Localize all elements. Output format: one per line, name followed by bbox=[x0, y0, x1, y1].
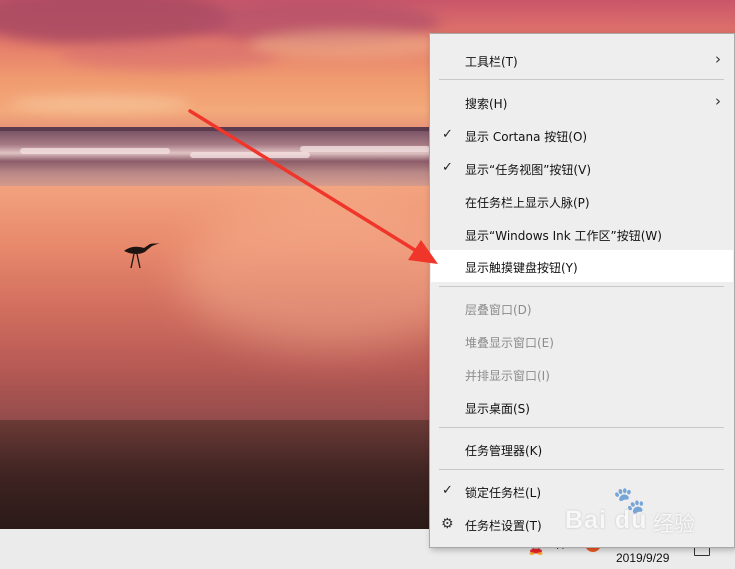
menu-item-toolbars[interactable]: 工具栏(T) › bbox=[431, 44, 733, 76]
menu-item-label: 堆叠显示窗口(E) bbox=[465, 336, 554, 350]
menu-item-taskbar-settings[interactable]: ⚙ 任务栏设置(T) bbox=[431, 508, 733, 540]
menu-item-label: 任务管理器(K) bbox=[465, 444, 543, 458]
menu-item-show-desktop[interactable]: 显示桌面(S) bbox=[431, 391, 733, 423]
wave bbox=[20, 148, 170, 154]
wave bbox=[190, 152, 310, 158]
menu-item-side-by-side-windows[interactable]: 并排显示窗口(I) bbox=[431, 358, 733, 390]
menu-item-label: 层叠窗口(D) bbox=[465, 303, 532, 317]
menu-item-label: 工具栏(T) bbox=[465, 55, 518, 69]
menu-item-task-manager[interactable]: 任务管理器(K) bbox=[431, 433, 733, 465]
menu-item-label: 锁定任务栏(L) bbox=[465, 486, 542, 500]
bird-silhouette bbox=[124, 243, 160, 269]
menu-item-label: 搜索(H) bbox=[465, 97, 508, 111]
menu-item-label: 任务栏设置(T) bbox=[465, 519, 542, 533]
checkmark-icon: ✓ bbox=[442, 160, 453, 175]
menu-separator bbox=[439, 469, 724, 470]
menu-item-label: 显示“任务视图”按钮(V) bbox=[465, 163, 592, 177]
menu-item-label: 显示“Windows Ink 工作区”按钮(W) bbox=[465, 229, 662, 243]
taskbar-date[interactable]: 2019/9/29 bbox=[616, 551, 669, 565]
menu-item-label: 在任务栏上显示人脉(P) bbox=[465, 196, 590, 210]
menu-item-show-touch-keyboard[interactable]: 显示触摸键盘按钮(Y) bbox=[431, 250, 733, 282]
menu-item-search[interactable]: 搜索(H) › bbox=[431, 86, 733, 118]
cloud bbox=[250, 30, 450, 58]
menu-item-show-windows-ink[interactable]: 显示“Windows Ink 工作区”按钮(W) bbox=[431, 218, 733, 250]
menu-item-cascade-windows[interactable]: 层叠窗口(D) bbox=[431, 292, 733, 324]
cloud bbox=[10, 95, 190, 113]
menu-separator bbox=[439, 79, 724, 80]
checkmark-icon: ✓ bbox=[442, 483, 453, 498]
wave bbox=[300, 146, 430, 152]
menu-item-show-task-view[interactable]: ✓ 显示“任务视图”按钮(V) bbox=[431, 152, 733, 184]
menu-item-lock-taskbar[interactable]: ✓ 锁定任务栏(L) bbox=[431, 475, 733, 507]
chevron-right-icon: › bbox=[715, 50, 721, 68]
taskbar-context-menu: 工具栏(T) › 搜索(H) › ✓ 显示 Cortana 按钮(O) ✓ 显示… bbox=[429, 33, 735, 548]
menu-item-label: 并排显示窗口(I) bbox=[465, 369, 550, 383]
menu-separator bbox=[439, 427, 724, 428]
menu-item-label: 显示触摸键盘按钮(Y) bbox=[465, 261, 578, 275]
gear-icon: ⚙ bbox=[441, 516, 454, 532]
checkmark-icon: ✓ bbox=[442, 127, 453, 142]
chevron-right-icon: › bbox=[715, 92, 721, 110]
menu-item-show-cortana[interactable]: ✓ 显示 Cortana 按钮(O) bbox=[431, 119, 733, 151]
cloud bbox=[60, 40, 280, 70]
menu-item-label: 显示桌面(S) bbox=[465, 402, 530, 416]
menu-item-stack-windows[interactable]: 堆叠显示窗口(E) bbox=[431, 325, 733, 357]
menu-item-label: 显示 Cortana 按钮(O) bbox=[465, 130, 588, 144]
menu-separator bbox=[439, 286, 724, 287]
menu-item-show-people[interactable]: 在任务栏上显示人脉(P) bbox=[431, 185, 733, 217]
